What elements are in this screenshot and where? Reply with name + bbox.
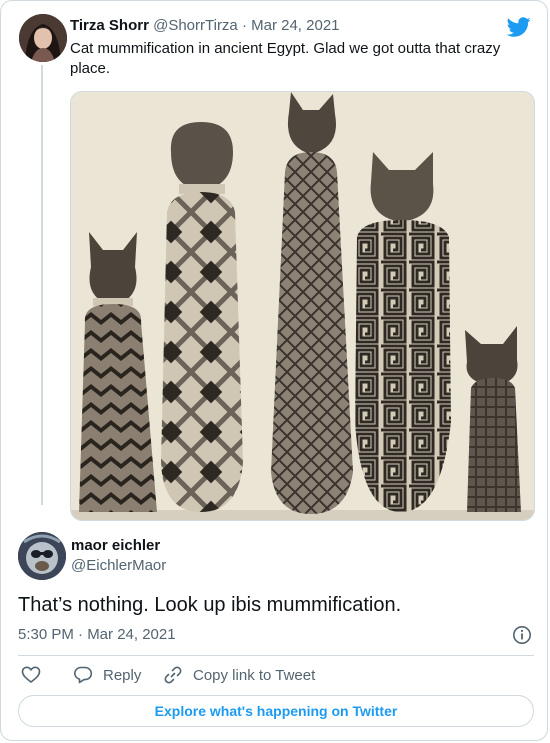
reply-tweet-text: That’s nothing. Look up ibis mummificati… — [18, 594, 402, 616]
reply-author-name[interactable]: maor eichler — [71, 536, 160, 556]
parent-tweet-date[interactable]: Mar 24, 2021 — [251, 17, 339, 34]
info-icon[interactable] — [512, 625, 532, 645]
tweet-media-image[interactable] — [70, 91, 535, 521]
reply-timestamp[interactable]: 5:30 PM · Mar 24, 2021 — [18, 625, 176, 645]
copy-link-button[interactable]: Copy link to Tweet — [163, 664, 315, 686]
parent-author-handle[interactable]: @ShorrTirza — [153, 17, 238, 34]
reply-author-handle[interactable]: @EichlerMaor — [71, 556, 166, 576]
parent-tweet-header: Tirza Shorr @ShorrTirza · Mar 24, 2021 — [70, 16, 340, 36]
thread-connector-line — [41, 65, 43, 505]
twitter-bird-icon[interactable] — [507, 15, 531, 39]
separator-dot: · — [241, 17, 247, 34]
actions-divider — [18, 655, 534, 656]
link-icon — [164, 666, 182, 684]
reply-avatar[interactable] — [18, 532, 66, 580]
reply-bubble-icon — [74, 666, 93, 684]
copy-link-label: Copy link to Tweet — [193, 666, 316, 684]
explore-twitter-button[interactable]: Explore what's happening on Twitter — [18, 695, 534, 727]
reply-label: Reply — [103, 666, 142, 684]
like-button[interactable] — [21, 664, 51, 686]
tweet-embed-card: Tirza Shorr @ShorrTirza · Mar 24, 2021 C… — [0, 0, 548, 741]
parent-avatar[interactable] — [19, 14, 67, 62]
parent-author-name[interactable]: Tirza Shorr — [70, 17, 149, 34]
parent-tweet-text: Cat mummification in ancient Egypt. Glad… — [70, 40, 501, 77]
reply-button[interactable]: Reply — [73, 664, 141, 686]
heart-icon — [21, 666, 41, 684]
